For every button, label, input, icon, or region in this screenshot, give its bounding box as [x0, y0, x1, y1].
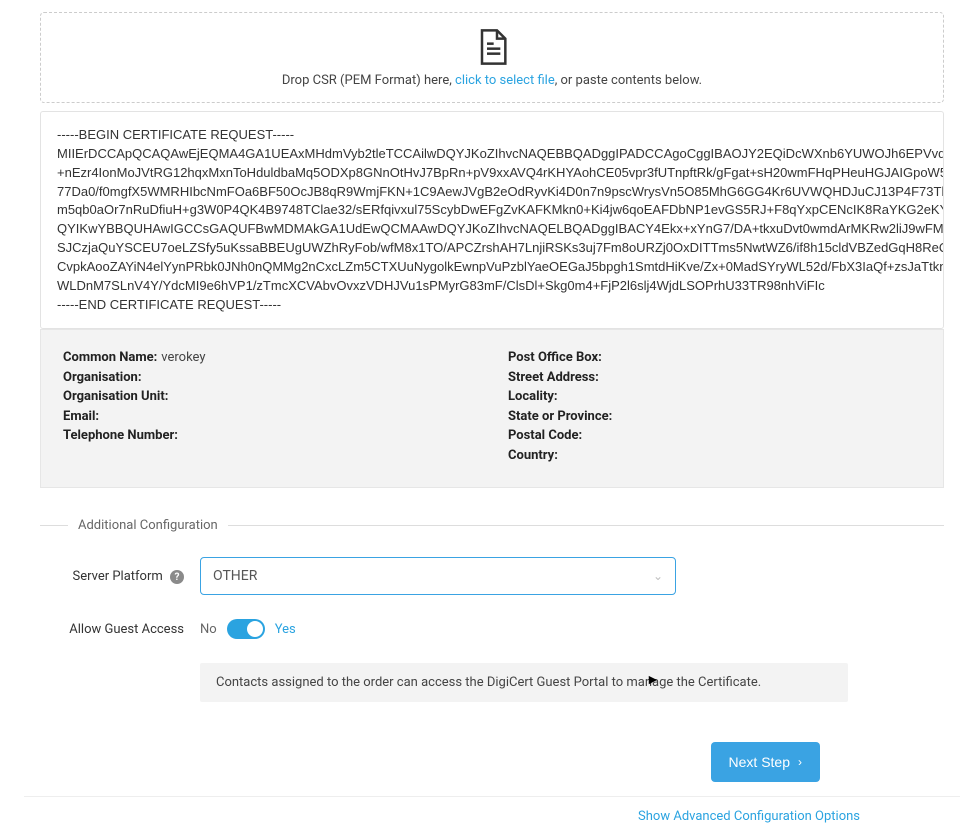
tel-label: Telephone Number:	[63, 428, 178, 443]
cn-value: verokey	[161, 350, 205, 365]
email-label: Email:	[63, 409, 99, 424]
csr-line: QYIKwYBBQUHAwIGCCsGAQUFBwMDMAkGA1UdEwQCM…	[57, 221, 944, 236]
server-platform-select[interactable]: OTHER ⌄	[200, 557, 676, 595]
guest-access-toggle[interactable]	[227, 619, 265, 639]
toggle-no[interactable]: No	[200, 622, 217, 637]
csr-dropzone[interactable]: Drop CSR (PEM Format) here, click to sel…	[40, 12, 944, 103]
csr-line: 77Da0/f0mgfX5WMRHIbcNmFOa6BF50OcJB8qR9Wm…	[57, 184, 944, 199]
section-title: Additional Configuration	[78, 518, 218, 533]
chevron-down-icon: ⌄	[653, 569, 663, 583]
csr-line: MIIErDCCApQCAQAwEjEQMA4GA1UEAxMHdmVyb2tl…	[57, 146, 944, 161]
file-icon	[472, 27, 512, 67]
csr-line: CvpkAooZAYiN4elYynPRbk0JNh0nQMMg2nCxcLZm…	[57, 259, 944, 274]
select-file-link[interactable]: click to select file	[455, 73, 555, 88]
csr-textarea[interactable]: -----BEGIN CERTIFICATE REQUEST----- MIIE…	[40, 111, 944, 329]
postal-label: Postal Code:	[508, 428, 582, 443]
csr-line: WLDnM7SLnV4Y/YdcMI9e6hVP1/zTmcXCVAbvOvxz…	[57, 278, 825, 293]
toggle-knob	[247, 621, 263, 637]
org-label: Organisation:	[63, 370, 141, 385]
csr-begin: -----BEGIN CERTIFICATE REQUEST-----	[57, 127, 294, 142]
cert-info-panel: Common Name: verokey Organisation: Organi…	[40, 329, 944, 488]
org-unit-label: Organisation Unit:	[63, 389, 168, 404]
cn-label: Common Name:	[63, 350, 157, 365]
next-step-label: Next Step	[729, 754, 790, 770]
cert-info-left: Common Name: verokey Organisation: Organi…	[63, 348, 476, 465]
chevron-right-icon: ›	[798, 755, 802, 769]
guest-access-label: Allow Guest Access	[40, 622, 200, 637]
section-header: Additional Configuration	[40, 518, 944, 533]
toggle-yes[interactable]: Yes	[275, 622, 296, 637]
locality-label: Locality:	[508, 389, 558, 404]
next-step-button[interactable]: Next Step ›	[711, 742, 820, 782]
advanced-options-link[interactable]: Show Advanced Configuration Options	[638, 809, 860, 824]
selected-option: OTHER	[213, 568, 257, 584]
guest-access-hint: Contacts assigned to the order can acces…	[200, 663, 848, 702]
drop-text-after: , or paste contents below.	[555, 73, 702, 88]
dropzone-text: Drop CSR (PEM Format) here, click to sel…	[41, 73, 943, 88]
csr-end: -----END CERTIFICATE REQUEST-----	[57, 297, 281, 312]
csr-line: +nEzr4IonMoJVtRG12hqxMxnToHduldbaMq5ODXp…	[57, 165, 944, 180]
pobox-label: Post Office Box:	[508, 350, 602, 365]
drop-text-before: Drop CSR (PEM Format) here,	[282, 73, 455, 88]
state-label: State or Province:	[508, 409, 612, 424]
csr-line: SJCzjaQuYSCEU7oeLZSfy5uKssaBBEUgUWZhRyFo…	[57, 240, 944, 255]
cert-info-right: Post Office Box: Street Address: Localit…	[508, 348, 921, 465]
server-platform-label: Server Platform ?	[40, 569, 200, 585]
csr-line: m5qb0aOr7nRuDfiuH+g3W0P4QK4B9748TClae32/…	[57, 202, 944, 217]
street-label: Street Address:	[508, 370, 599, 385]
country-label: Country:	[508, 448, 558, 463]
help-icon[interactable]: ?	[170, 570, 184, 584]
